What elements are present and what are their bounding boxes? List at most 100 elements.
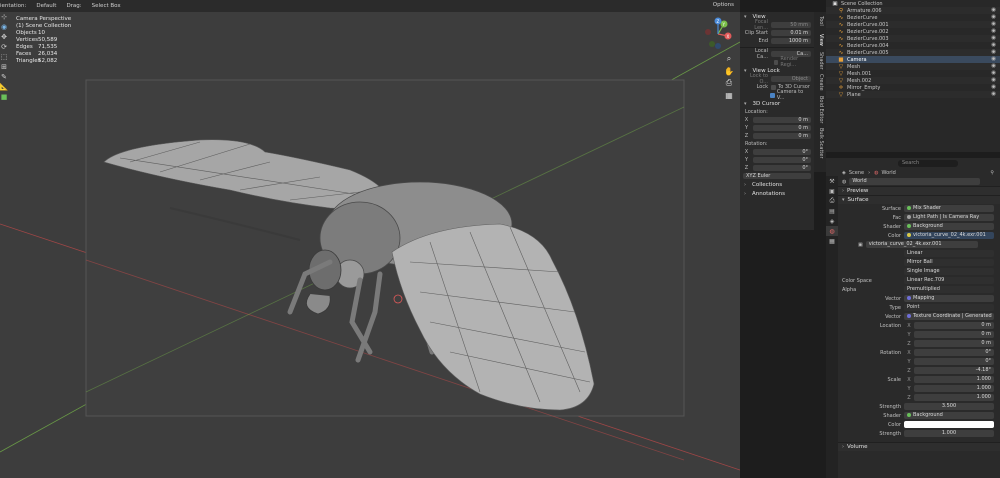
- scene-tab-icon[interactable]: ◈: [826, 216, 838, 226]
- eye-icon[interactable]: ◉: [991, 21, 996, 27]
- rotation-x-field[interactable]: 0°: [914, 349, 994, 356]
- color-space-dropdown[interactable]: Linear Rec.709: [904, 277, 994, 284]
- tool-tab-icon[interactable]: ⚒: [826, 176, 838, 186]
- lock-to-object-field[interactable]: Object: [771, 75, 811, 83]
- cursor-loc-y[interactable]: 0 m: [753, 124, 811, 132]
- eye-icon[interactable]: ◉: [991, 49, 996, 55]
- eye-icon[interactable]: ◉: [991, 28, 996, 34]
- pan-hand-icon[interactable]: ✋: [724, 66, 734, 76]
- eye-icon[interactable]: ◉: [991, 14, 996, 20]
- vector-input-field[interactable]: Mapping: [904, 295, 994, 302]
- shader-input-field[interactable]: Background: [904, 223, 994, 230]
- move-icon[interactable]: ✥: [0, 32, 8, 41]
- mapping-type-dropdown[interactable]: Point: [904, 304, 994, 311]
- focal-length-field[interactable]: 50 mm: [771, 21, 811, 29]
- preview-section-header[interactable]: › Preview: [838, 186, 1000, 195]
- tab-bulk-scatter[interactable]: Bulk Scatter: [816, 128, 824, 159]
- outliner-item[interactable]: ▽ Mesh.002 ◉: [826, 77, 1000, 84]
- select-box-dropdown[interactable]: Select Box: [92, 3, 121, 9]
- lock-to-cursor-checkbox[interactable]: [771, 84, 776, 90]
- annotations-header[interactable]: › Annotations: [740, 189, 814, 198]
- outliner-scene-collection[interactable]: ▣ Scene Collection: [826, 0, 1000, 7]
- background-color-swatch[interactable]: [904, 421, 994, 428]
- collection-tab-icon[interactable]: ▦: [826, 236, 838, 246]
- scale-z-field[interactable]: 1.000: [914, 394, 994, 401]
- output-tab-icon[interactable]: ⎙: [826, 196, 838, 206]
- select-icon[interactable]: ◉: [0, 22, 8, 31]
- tab-view[interactable]: View: [816, 34, 824, 46]
- cursor-loc-z[interactable]: 0 m: [753, 132, 811, 140]
- clip-start-field[interactable]: 0.01 m: [771, 29, 811, 37]
- render-tab-icon[interactable]: ▣: [826, 186, 838, 196]
- tab-boid-editor[interactable]: Boid Editor: [816, 96, 824, 123]
- cursor-rot-z[interactable]: 0°: [753, 164, 811, 172]
- rotation-z-field[interactable]: -4.18°: [914, 367, 994, 374]
- location-x-field[interactable]: 0 m: [914, 322, 994, 329]
- source-dropdown[interactable]: Single Image: [904, 268, 994, 275]
- 3d-viewport[interactable]: Camera Perspective (1) Scene Collection …: [0, 12, 740, 478]
- strength-field[interactable]: 3.500: [904, 403, 994, 410]
- collections-header[interactable]: › Collections: [740, 180, 814, 189]
- eye-icon[interactable]: ◉: [991, 56, 996, 62]
- alpha-dropdown[interactable]: Premultiplied: [904, 286, 994, 293]
- eye-icon[interactable]: ◉: [991, 77, 996, 83]
- volume-section-header[interactable]: › Volume: [838, 442, 1000, 451]
- fac-input-field[interactable]: Light Path | Is Camera Ray: [904, 214, 994, 221]
- strength2-field[interactable]: 1.000: [904, 430, 994, 437]
- measure-icon[interactable]: 📐: [0, 82, 8, 91]
- clip-end-field[interactable]: 1000 m: [771, 37, 811, 45]
- projection-dropdown[interactable]: Mirror Ball: [904, 259, 994, 266]
- cursor-loc-x[interactable]: 0 m: [753, 116, 811, 124]
- outliner-item[interactable]: ∿ BezierCurve.002 ◉: [826, 28, 1000, 35]
- rotate-icon[interactable]: ⟳: [0, 42, 8, 51]
- outliner-item[interactable]: ✛ Mirror_Empty ◉: [826, 84, 1000, 91]
- eye-icon[interactable]: ◉: [991, 7, 996, 13]
- options-dropdown[interactable]: Options: [713, 2, 734, 8]
- rotation-mode-dropdown[interactable]: XYZ Euler: [743, 172, 811, 180]
- tab-tool[interactable]: Tool: [816, 16, 824, 26]
- texcoord-input-field[interactable]: Texture Coordinate | Generated: [904, 313, 994, 320]
- outliner-item[interactable]: ⚲ Armature.006 ◉: [826, 7, 1000, 14]
- color-input-field[interactable]: victoria_curve_02_4k.exr.001: [904, 232, 994, 239]
- surface-shader-field[interactable]: Mix Shader: [904, 205, 994, 212]
- eye-icon[interactable]: ◉: [991, 84, 996, 90]
- shader2-input-field[interactable]: Background: [904, 412, 994, 419]
- eye-icon[interactable]: ◉: [991, 42, 996, 48]
- annotate-icon[interactable]: ✎: [0, 72, 8, 81]
- cursor-icon[interactable]: ⊹: [0, 12, 8, 21]
- eye-icon[interactable]: ◉: [991, 91, 996, 97]
- location-z-field[interactable]: 0 m: [914, 340, 994, 347]
- interpolation-dropdown[interactable]: Linear: [904, 250, 994, 257]
- outliner-item[interactable]: ∿ BezierCurve.004 ◉: [826, 42, 1000, 49]
- orientation-dropdown[interactable]: Default: [36, 3, 56, 9]
- pin-icon[interactable]: ⚲: [990, 170, 994, 176]
- navigation-gizmo[interactable]: X Y Z: [700, 16, 736, 50]
- eye-icon[interactable]: ◉: [991, 35, 996, 41]
- scale-y-field[interactable]: 1.000: [914, 385, 994, 392]
- world-name-field[interactable]: World: [849, 178, 980, 185]
- outliner-item[interactable]: ▽ Mesh.001 ◉: [826, 70, 1000, 77]
- world-tab-icon[interactable]: ◍: [826, 226, 838, 236]
- outliner-item[interactable]: ∿ BezierCurve.001 ◉: [826, 21, 1000, 28]
- outliner-item[interactable]: ∿ BezierCurve.003 ◉: [826, 35, 1000, 42]
- rotation-y-field[interactable]: 0°: [914, 358, 994, 365]
- outliner-item[interactable]: ▽ Plane ◉: [826, 91, 1000, 98]
- properties-search-input[interactable]: Search: [898, 159, 958, 167]
- render-region-checkbox[interactable]: [774, 59, 779, 65]
- outliner-item[interactable]: ▽ Mesh ◉: [826, 63, 1000, 70]
- tab-shader[interactable]: Shader: [816, 52, 824, 70]
- eye-icon[interactable]: ◉: [991, 70, 996, 76]
- tab-create[interactable]: Create: [816, 74, 824, 91]
- camera-view-icon[interactable]: ⎙: [724, 78, 734, 88]
- cursor-rot-x[interactable]: 0°: [753, 148, 811, 156]
- zoom-icon[interactable]: ⌕: [724, 54, 734, 64]
- outliner-item-camera[interactable]: ■ Camera ◉: [826, 56, 1000, 63]
- cursor-rot-y[interactable]: 0°: [753, 156, 811, 164]
- perspective-grid-icon[interactable]: ▦: [724, 90, 734, 100]
- image-datablock-field[interactable]: victoria_curve_02_4k.exr.001: [865, 241, 978, 248]
- location-y-field[interactable]: 0 m: [914, 331, 994, 338]
- view-layer-tab-icon[interactable]: ▤: [826, 206, 838, 216]
- transform-icon[interactable]: ⊞: [0, 62, 8, 71]
- add-cube-icon[interactable]: ■: [0, 92, 8, 101]
- scale-icon[interactable]: ⬚: [0, 52, 8, 61]
